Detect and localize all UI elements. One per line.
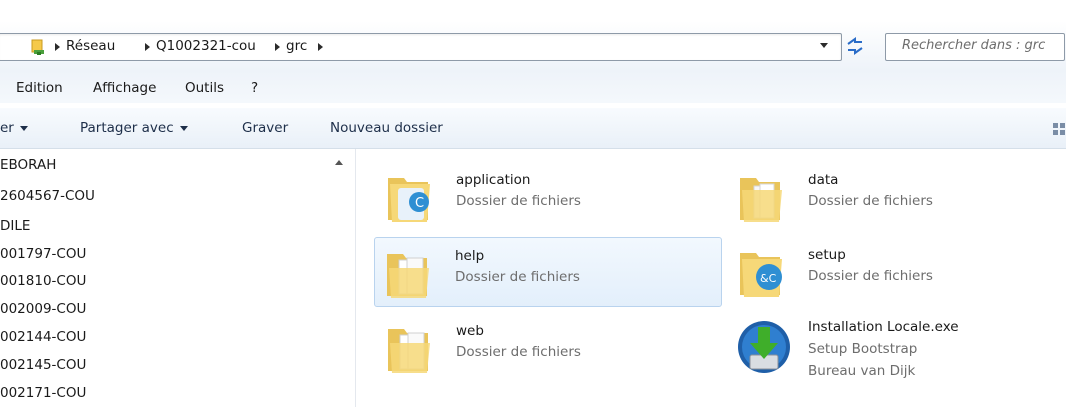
file-name: Installation Locale.exe — [808, 319, 959, 335]
address-history-dropdown[interactable] — [820, 43, 828, 48]
file-name: application — [456, 172, 531, 188]
breadcrumb-item[interactable]: grc — [286, 38, 307, 54]
file-type: Dossier de fichiers — [808, 268, 933, 284]
nav-item[interactable]: 002145-COU — [0, 357, 86, 373]
file-name: help — [455, 248, 485, 264]
nav-item[interactable]: 002171-COU — [0, 385, 86, 401]
menu-edition[interactable]: Edition — [16, 80, 63, 96]
organize-button[interactable]: er — [0, 120, 28, 136]
nav-item[interactable]: 001797-COU — [0, 246, 86, 262]
pane-divider[interactable] — [355, 149, 356, 407]
menu-help[interactable]: ? — [251, 80, 258, 96]
file-type: Setup Bootstrap — [808, 341, 918, 357]
nav-item[interactable]: EBORAH — [0, 157, 56, 173]
nav-item[interactable]: DILE — [0, 218, 30, 234]
chevron-down-icon — [19, 125, 28, 131]
nav-item[interactable]: 001810-COU — [0, 273, 86, 289]
chevron-down-icon — [179, 125, 188, 131]
breadcrumb-item[interactable]: Réseau — [66, 38, 115, 54]
file-type: Dossier de fichiers — [455, 269, 580, 285]
scroll-up-icon[interactable] — [335, 160, 343, 165]
breadcrumb-arrow[interactable] — [318, 43, 323, 51]
folder-setup-icon: &C — [740, 253, 782, 297]
file-item-data[interactable]: data Dossier de fichiers — [728, 162, 1066, 232]
file-type: Dossier de fichiers — [808, 193, 933, 209]
folder-app-icon: C — [388, 178, 430, 222]
breadcrumb-item[interactable]: Q1002321-cou — [156, 38, 256, 54]
search-placeholder: Rechercher dans : grc — [902, 38, 1046, 53]
file-item-help[interactable]: help Dossier de fichiers — [374, 237, 722, 307]
breadcrumb-arrow[interactable] — [55, 43, 60, 51]
file-name: web — [456, 323, 484, 339]
folder-docs-icon — [387, 254, 429, 298]
share-with-button[interactable]: Partager avec — [80, 120, 188, 136]
refresh-icon[interactable] — [843, 35, 867, 57]
file-item-installer[interactable]: Installation Locale.exe Setup Bootstrap … — [728, 311, 1066, 391]
svg-text:&C: &C — [760, 272, 777, 285]
nav-item[interactable]: 002144-COU — [0, 329, 86, 345]
menu-affichage[interactable]: Affichage — [93, 80, 156, 96]
file-type: Dossier de fichiers — [456, 193, 581, 209]
folder-icon — [740, 178, 782, 222]
burn-button[interactable]: Graver — [242, 120, 288, 136]
file-publisher: Bureau van Dijk — [808, 363, 916, 379]
file-item-web[interactable]: web Dossier de fichiers — [376, 313, 724, 383]
file-type: Dossier de fichiers — [456, 344, 581, 360]
breadcrumb-arrow[interactable] — [145, 43, 150, 51]
new-folder-button[interactable]: Nouveau dossier — [330, 120, 443, 136]
svg-text:C: C — [415, 196, 424, 211]
nav-scrollbar[interactable] — [330, 149, 347, 407]
installer-icon — [738, 321, 790, 373]
breadcrumb-arrow[interactable] — [275, 43, 280, 51]
file-item-setup[interactable]: &C setup Dossier de fichiers — [728, 237, 1066, 307]
nav-item[interactable]: 002009-COU — [0, 301, 86, 317]
folder-docs-icon — [388, 329, 430, 373]
command-bar: er Partager avec Graver Nouveau dossier — [0, 108, 1066, 149]
menu-outils[interactable]: Outils — [185, 80, 224, 96]
nav-item[interactable]: 2604567-COU — [0, 188, 95, 204]
address-area: Réseau Q1002321-cou grc Rechercher dans … — [0, 0, 1066, 70]
file-name: setup — [808, 247, 846, 263]
share-with-label: Partager avec — [80, 120, 174, 136]
organize-label: er — [0, 120, 14, 136]
network-folder-icon — [31, 39, 44, 55]
file-item-application[interactable]: C application Dossier de fichiers — [376, 162, 724, 232]
file-name: data — [808, 172, 839, 188]
navigation-pane: EBORAH 2604567-COU DILE 001797-COU 00181… — [0, 149, 356, 407]
address-bar[interactable] — [0, 33, 842, 61]
change-view-icon[interactable] — [1052, 122, 1066, 136]
menu-bar: Edition Affichage Outils ? — [0, 70, 1066, 103]
